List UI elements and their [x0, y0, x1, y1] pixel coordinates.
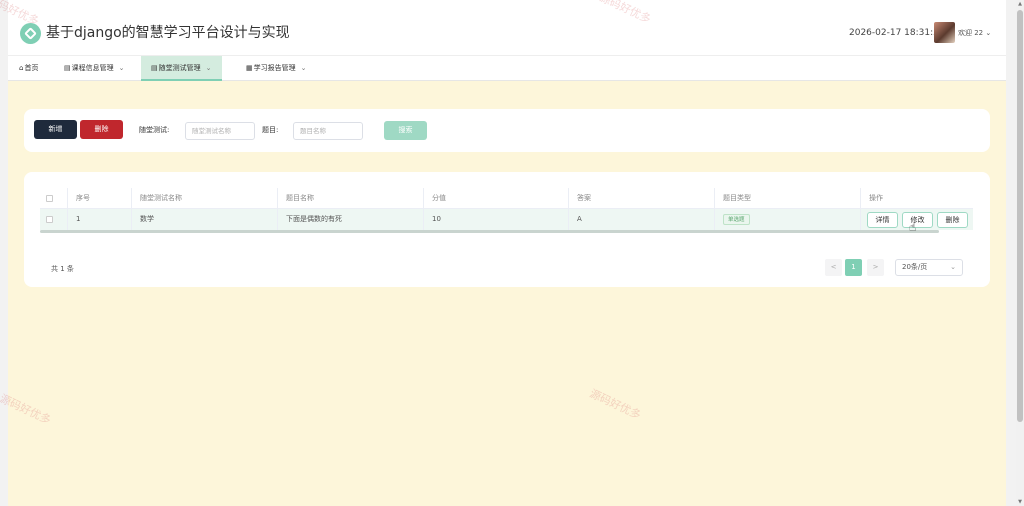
chevron-down-icon: ⌄	[950, 263, 956, 271]
cell-question: 下面是偶数的有死	[277, 209, 423, 230]
column-header: 题目类型	[714, 188, 860, 209]
chevron-down-icon: ⌄	[205, 64, 212, 72]
question-type-tag: 单选题	[723, 213, 750, 225]
page-number-button[interactable]: 1	[845, 259, 862, 276]
chevron-down-icon: ⌄	[300, 64, 307, 72]
top-header: 基于django的智慧学习平台设计与实现 2026-02-17 18:31:57…	[8, 0, 1006, 56]
row-checkbox[interactable]	[46, 216, 53, 223]
detail-button[interactable]: 详情	[867, 212, 898, 228]
select-all-checkbox[interactable]	[46, 195, 53, 202]
select-all-cell	[40, 188, 67, 209]
table-row[interactable]: 1 数学 下面是偶数的有死 10 A 单选题 详情 修改 删除	[40, 209, 973, 230]
list-icon: ▤	[151, 64, 158, 72]
column-header: 随堂测试名称	[131, 188, 277, 209]
vertical-scrollbar[interactable]: ▲ ▼	[1016, 0, 1024, 506]
list-icon: ▤	[64, 64, 71, 72]
watermark: 源码好优多	[587, 386, 643, 422]
cell-actions: 详情 修改 删除	[860, 209, 973, 230]
logo-icon	[20, 23, 41, 44]
total-count: 共 1 条	[51, 265, 74, 273]
column-header: 分值	[423, 188, 568, 209]
column-header: 答案	[568, 188, 714, 209]
next-page-button[interactable]: >	[867, 259, 884, 276]
column-header: 序号	[67, 188, 131, 209]
page-size-value: 20条/页	[902, 263, 928, 271]
scroll-up-icon[interactable]: ▲	[1016, 0, 1024, 8]
test-name-input[interactable]: 随堂测试名称	[185, 122, 255, 140]
app-title: 基于django的智慧学习平台设计与实现	[46, 25, 290, 41]
search-panel: 新增 删除 随堂测试: 随堂测试名称 题目: 题目名称 搜索	[24, 109, 990, 152]
row-select-cell	[40, 209, 67, 230]
user-avatar[interactable]	[934, 22, 955, 43]
nav-item-home[interactable]: ⌂首页	[19, 56, 38, 81]
prev-page-button[interactable]: <	[825, 259, 842, 276]
chevron-down-icon: ⌄	[118, 64, 125, 72]
home-icon: ⌂	[19, 64, 24, 72]
watermark: 源码好优多	[0, 391, 53, 427]
nav-item-quiz[interactable]: ▤随堂测试管理 ⌄	[141, 56, 222, 81]
top-nav: ⌂首页 ▤课程信息管理 ⌄ ▤随堂测试管理 ⌄ ▦学习报告管理 ⌄	[8, 56, 1006, 81]
cell-score: 10	[423, 209, 568, 230]
welcome-text: 欢迎 22	[958, 29, 984, 37]
cell-type: 单选题	[714, 209, 860, 230]
delete-button[interactable]: 删除	[80, 120, 123, 139]
row-delete-button[interactable]: 删除	[937, 212, 968, 228]
grid-icon: ▦	[246, 64, 253, 72]
column-header: 操作	[860, 188, 973, 209]
search-button[interactable]: 搜索	[384, 121, 427, 140]
cell-index: 1	[67, 209, 131, 230]
test-name-label: 随堂测试:	[139, 126, 170, 134]
nav-item-course[interactable]: ▤课程信息管理 ⌄	[64, 56, 125, 81]
scroll-down-icon[interactable]: ▼	[1016, 498, 1024, 506]
data-table: 序号 随堂测试名称 题目名称 分值 答案 题目类型 操作 1 数学 下面是偶数的…	[40, 188, 973, 230]
question-label: 题目:	[262, 126, 279, 134]
mouse-cursor-icon: ☝	[909, 220, 917, 234]
nav-item-report[interactable]: ▦学习报告管理 ⌄	[246, 56, 307, 81]
cell-answer: A	[568, 209, 714, 230]
current-datetime: 2026-02-17 18:31:57	[849, 28, 945, 38]
user-menu[interactable]: 欢迎 22 ⌄	[958, 28, 991, 38]
add-button[interactable]: 新增	[34, 120, 77, 139]
main-content: 新增 删除 随堂测试: 随堂测试名称 题目: 题目名称 搜索 序号 随堂测试名称…	[0, 81, 1006, 506]
column-header: 题目名称	[277, 188, 423, 209]
cell-test-name: 数学	[131, 209, 277, 230]
horizontal-scrollbar[interactable]	[40, 230, 939, 233]
question-input[interactable]: 题目名称	[293, 122, 363, 140]
table-header-row: 序号 随堂测试名称 题目名称 分值 答案 题目类型 操作	[40, 188, 973, 209]
table-panel: 序号 随堂测试名称 题目名称 分值 答案 题目类型 操作 1 数学 下面是偶数的…	[24, 172, 990, 287]
page-size-select[interactable]: 20条/页 ⌄	[895, 259, 963, 276]
chevron-down-icon: ⌄	[985, 29, 992, 37]
scroll-thumb[interactable]	[1017, 10, 1023, 422]
edit-button[interactable]: 修改	[902, 212, 933, 228]
